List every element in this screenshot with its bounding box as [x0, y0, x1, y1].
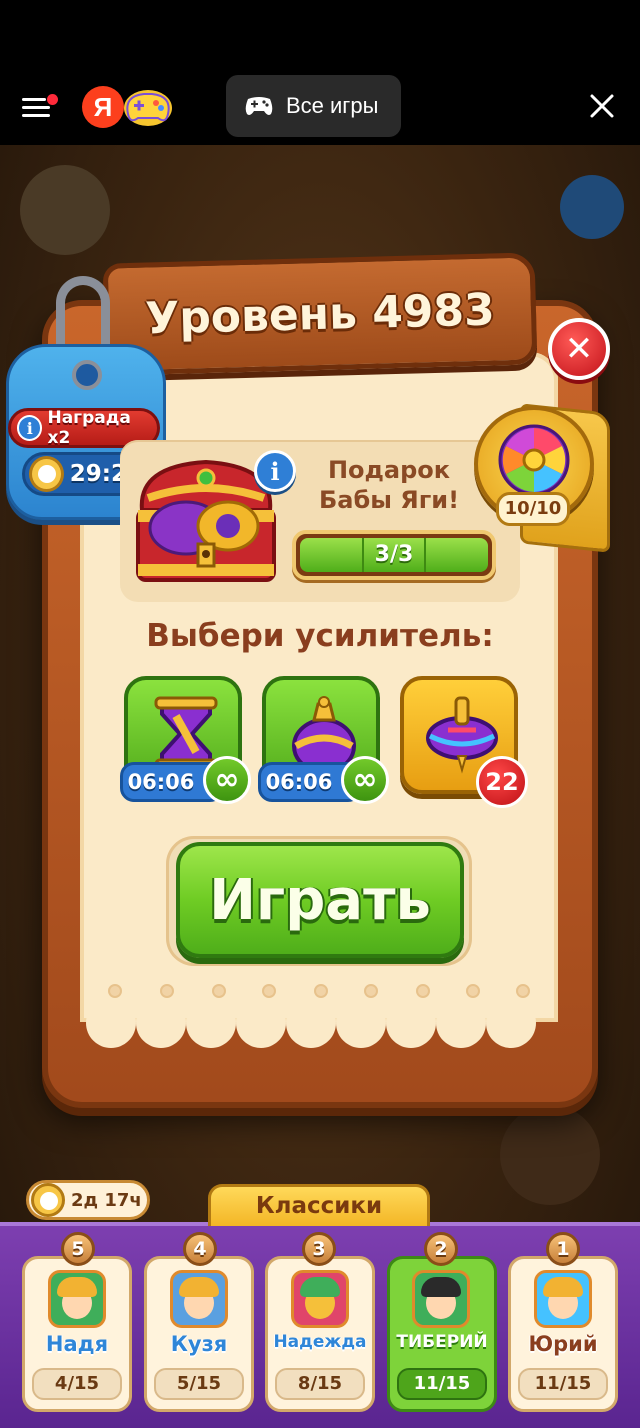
avatar — [412, 1270, 470, 1328]
all-games-button[interactable]: Все игры — [226, 75, 401, 137]
rank-badge: 3 — [302, 1232, 336, 1266]
player-name: Надя — [45, 1332, 109, 1356]
stopwatch-icon — [29, 456, 64, 492]
avatar — [534, 1270, 592, 1328]
booster-count-badge: 22 — [476, 756, 528, 808]
gift-progress-text: 3/3 — [374, 542, 414, 567]
gamepad-icon — [245, 97, 273, 115]
event-timer: 2д 17ч — [71, 1189, 142, 1211]
choose-booster-label: Выбери усилитель: — [146, 618, 494, 654]
close-dialog-button[interactable]: ✕ — [548, 318, 610, 380]
player-name: Юрий — [528, 1332, 598, 1356]
browser-top-bar: Я Все игры — [0, 0, 640, 145]
rank-badge: 5 — [61, 1232, 95, 1266]
yandex-logo[interactable]: Я — [82, 86, 124, 128]
infinity-badge: ∞ — [203, 756, 251, 804]
player-score: 11/15 — [397, 1368, 487, 1400]
event-timer-pill: 2д 17ч — [26, 1180, 150, 1220]
rank-badge: 1 — [546, 1232, 580, 1266]
menu-icon[interactable] — [22, 94, 58, 120]
play-button[interactable]: Играть — [176, 842, 464, 958]
player-score: 8/15 — [275, 1368, 365, 1400]
gift-title: Подарок Бабы Яги! — [318, 456, 460, 514]
info-icon: i — [17, 415, 43, 441]
close-icon: ✕ — [564, 329, 594, 369]
player-score: 11/15 — [518, 1368, 608, 1400]
stopwatch-icon — [31, 1183, 65, 1217]
gift-info-button[interactable]: i — [254, 450, 296, 492]
classics-tab[interactable]: Классики — [208, 1184, 430, 1226]
player-name: ТИБЕРИЙ — [396, 1332, 488, 1352]
all-games-label: Все игры — [286, 93, 379, 118]
player-score: 5/15 — [154, 1368, 244, 1400]
play-label: Играть — [209, 867, 431, 933]
avatar — [48, 1270, 106, 1328]
level-title: Уровень 4983 — [144, 283, 496, 345]
rank-badge: 2 — [424, 1232, 458, 1266]
rank-badge: 4 — [183, 1232, 217, 1266]
gift-progress-bar: 3/3 — [292, 530, 496, 580]
gamepad-logo-icon[interactable] — [122, 84, 174, 130]
close-icon[interactable] — [588, 92, 616, 120]
avatar — [291, 1270, 349, 1328]
level-title-plank: Уровень 4983 — [102, 252, 538, 376]
player-name: Надежда — [273, 1332, 367, 1352]
player-name: Кузя — [170, 1332, 228, 1356]
avatar — [170, 1270, 228, 1328]
infinity-badge: ∞ — [341, 756, 389, 804]
player-score: 4/15 — [32, 1368, 122, 1400]
tag-hole — [72, 360, 102, 390]
wheel-count: 10/10 — [496, 492, 570, 526]
